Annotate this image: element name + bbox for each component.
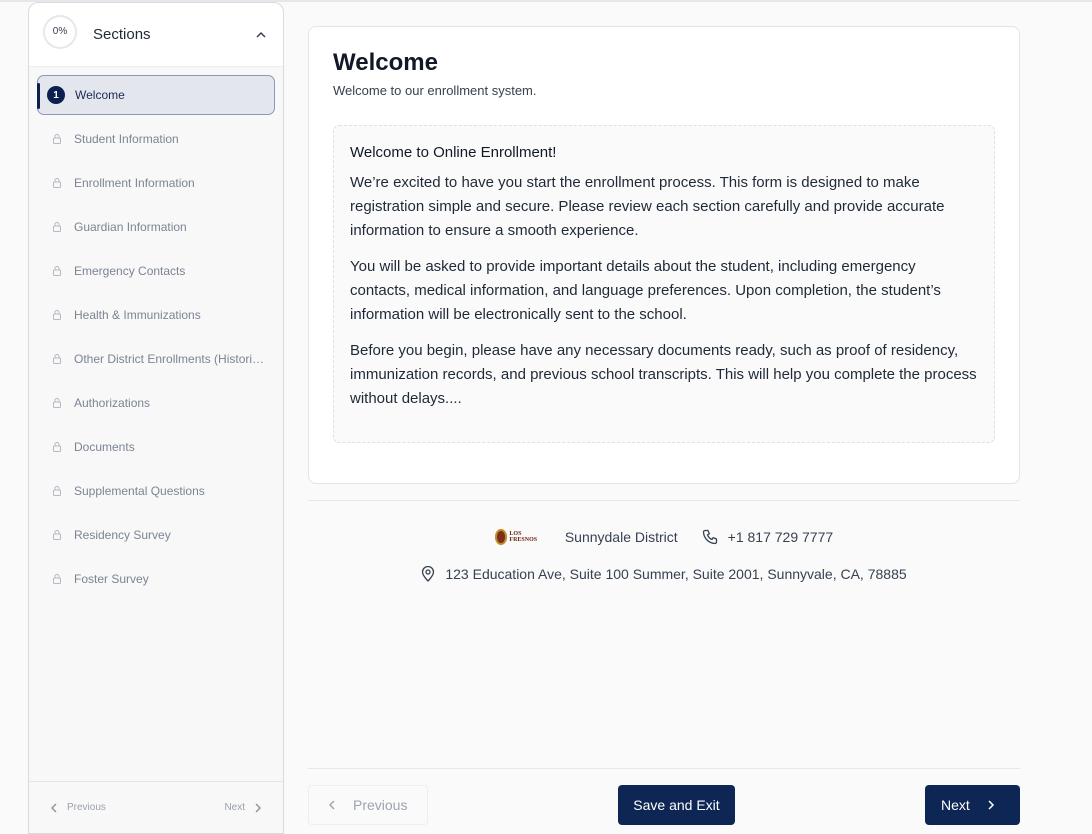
section-divider (308, 500, 1020, 501)
location-pin-icon (422, 566, 435, 582)
sidebar-item-label: Welcome (75, 88, 125, 102)
next-button[interactable]: Next (925, 785, 1020, 825)
chevron-left-icon (329, 800, 335, 810)
phone-number: +1 817 729 7777 (727, 529, 834, 545)
welcome-heading: Welcome to Online Enrollment! (350, 144, 557, 161)
district-info: LOS FRESNOS Sunnydale District +1 817 72… (308, 528, 1020, 546)
progress-indicator: 0% (43, 14, 77, 49)
lock-icon (53, 530, 61, 540)
sidebar-item-label: Authorizations (74, 396, 151, 410)
sidebar-previous-button[interactable]: Previous (49, 802, 106, 814)
sidebar-item-label: Documents (74, 440, 135, 454)
sections-list: 1 Welcome Student Information Enrollment… (29, 67, 283, 599)
lock-icon (53, 134, 61, 144)
sidebar-item-welcome[interactable]: 1 Welcome (37, 75, 275, 115)
sidebar-item-foster-survey[interactable]: Foster Survey (37, 559, 275, 599)
sidebar-item-guardian-information[interactable]: Guardian Information (37, 207, 275, 247)
lock-icon (53, 266, 61, 276)
welcome-paragraph: We’re excited to have you start the enro… (350, 174, 945, 239)
sidebar-previous-label: Previous (67, 802, 106, 813)
chevron-right-icon (988, 800, 994, 810)
district-logo: LOS FRESNOS (494, 528, 539, 546)
welcome-paragraph: You will be asked to provide important d… (350, 258, 941, 323)
sidebar-item-health-immunizations[interactable]: Health & Immunizations (37, 295, 275, 335)
welcome-message-box: Welcome to Online Enrollment! We’re exci… (333, 125, 995, 443)
actions-divider (308, 768, 1020, 769)
sidebar-item-label: Foster Survey (74, 572, 149, 586)
lock-icon (53, 486, 61, 496)
welcome-paragraph: Before you begin, please have any necess… (350, 342, 977, 407)
previous-label: Previous (353, 797, 408, 813)
sidebar-item-authorizations[interactable]: Authorizations (37, 383, 275, 423)
sidebar-item-emergency-contacts[interactable]: Emergency Contacts (37, 251, 275, 291)
sidebar-next-button[interactable]: Next (224, 802, 263, 814)
logo-text: LOS FRESNOS (509, 531, 538, 543)
sidebar-footer: Previous Next (29, 781, 283, 833)
sidebar-item-documents[interactable]: Documents (37, 427, 275, 467)
lock-icon (53, 222, 61, 232)
district-name: Sunnydale District (564, 529, 678, 545)
sidebar-item-label: Residency Survey (74, 528, 171, 542)
sidebar-item-label: Student Information (74, 132, 179, 146)
sidebar-next-label: Next (224, 802, 245, 813)
sidebar-item-enrollment-information[interactable]: Enrollment Information (37, 163, 275, 203)
lock-icon (53, 178, 61, 188)
sidebar-item-residency-survey[interactable]: Residency Survey (37, 515, 275, 555)
lock-icon (53, 442, 61, 452)
address-text: 123 Education Ave, Suite 100 Summer, Sui… (445, 566, 907, 582)
sidebar-item-supplemental-questions[interactable]: Supplemental Questions (37, 471, 275, 511)
save-and-exit-button[interactable]: Save and Exit (618, 785, 735, 825)
sidebar-item-label: Emergency Contacts (74, 264, 186, 278)
sections-sidebar: 0% Sections 1 Welcome Student Informatio… (28, 2, 284, 834)
sidebar-item-label: Health & Immunizations (74, 308, 201, 322)
sidebar-item-other-district-enrollments[interactable]: Other District Enrollments (Historical) (37, 339, 275, 379)
sidebar-item-student-information[interactable]: Student Information (37, 119, 275, 159)
phone-icon (702, 529, 717, 545)
page-title: Welcome (333, 49, 438, 76)
lock-icon (53, 574, 61, 584)
sidebar-item-label: Guardian Information (74, 220, 187, 234)
lock-icon (53, 398, 61, 408)
next-label: Next (941, 797, 970, 813)
page-subtitle: Welcome to our enrollment system. (333, 83, 537, 98)
lock-icon (53, 354, 61, 364)
sections-header[interactable]: 0% Sections (29, 3, 283, 67)
sidebar-item-label: Supplemental Questions (74, 484, 205, 498)
sections-title: Sections (93, 26, 151, 43)
district-address: 123 Education Ave, Suite 100 Summer, Sui… (308, 566, 1020, 582)
sidebar-item-label: Enrollment Information (74, 176, 195, 190)
chevron-left-icon (51, 803, 57, 812)
previous-button[interactable]: Previous (308, 785, 428, 825)
district-phone[interactable]: +1 817 729 7777 (702, 529, 834, 545)
save-label: Save and Exit (633, 797, 720, 813)
chevron-up-icon[interactable] (253, 27, 269, 43)
lock-icon (53, 310, 61, 320)
chevron-right-icon (255, 803, 261, 812)
step-number-badge: 1 (47, 86, 65, 104)
mascot-logo-icon (494, 529, 508, 545)
welcome-card: Welcome Welcome to our enrollment system… (308, 26, 1020, 484)
sidebar-item-label: Other District Enrollments (Historical) (74, 352, 266, 366)
